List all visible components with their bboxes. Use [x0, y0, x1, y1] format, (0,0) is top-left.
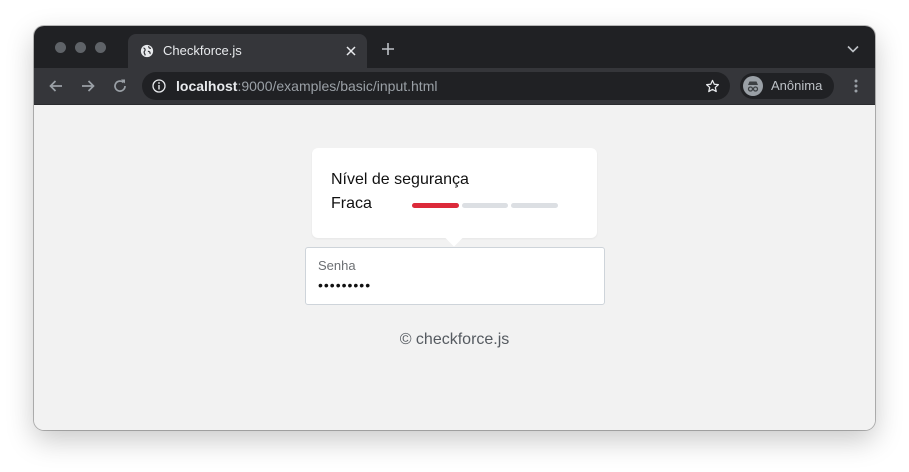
- browser-window: Checkforce.js localhost:9000/examples/ba…: [34, 26, 875, 430]
- profile-label: Anônima: [771, 78, 823, 93]
- kebab-menu-icon[interactable]: [854, 79, 858, 93]
- tab-strip: Checkforce.js: [34, 26, 875, 68]
- window-close-button[interactable]: [55, 42, 66, 53]
- strength-meter-segment: [511, 203, 559, 208]
- tab-checkforce[interactable]: Checkforce.js: [128, 34, 367, 68]
- password-input[interactable]: •••••••••: [318, 277, 371, 293]
- address-bar[interactable]: localhost:9000/examples/basic/input.html: [142, 72, 730, 100]
- close-tab-icon[interactable]: [345, 45, 357, 57]
- reload-icon[interactable]: [112, 78, 128, 94]
- incognito-icon: [743, 76, 763, 96]
- tab-title: Checkforce.js: [163, 43, 242, 58]
- incognito-profile-button[interactable]: Anônima: [740, 73, 834, 99]
- password-field-label: Senha: [318, 258, 356, 273]
- password-strength-popover: Nível de segurança Fraca: [312, 148, 597, 247]
- bookmark-star-icon[interactable]: [705, 79, 720, 94]
- window-zoom-button[interactable]: [95, 42, 106, 53]
- browser-toolbar: localhost:9000/examples/basic/input.html…: [34, 68, 875, 105]
- strength-meter-segment: [412, 203, 459, 208]
- site-info-icon[interactable]: [152, 79, 166, 93]
- strength-popover-title: Nível de segurança: [331, 171, 469, 188]
- popover-arrow: [445, 229, 463, 247]
- window-minimize-button[interactable]: [75, 42, 86, 53]
- globe-icon: [140, 44, 154, 58]
- url-text: localhost:9000/examples/basic/input.html: [176, 78, 437, 94]
- chevron-down-icon[interactable]: [847, 45, 859, 53]
- strength-level-label: Fraca: [331, 195, 372, 212]
- url-path: :9000/examples/basic/input.html: [237, 78, 438, 94]
- strength-meter-segment: [461, 203, 509, 208]
- footer-copyright: © checkforce.js: [399, 331, 510, 348]
- url-host: localhost: [176, 78, 238, 94]
- new-tab-icon[interactable]: [381, 42, 395, 56]
- page-content: Nível de segurança Fraca Senha •••••••••…: [34, 105, 875, 430]
- password-field[interactable]: Senha •••••••••: [305, 247, 605, 305]
- strength-meter: [412, 203, 559, 208]
- forward-arrow-icon[interactable]: [80, 78, 96, 94]
- back-arrow-icon[interactable]: [48, 78, 64, 94]
